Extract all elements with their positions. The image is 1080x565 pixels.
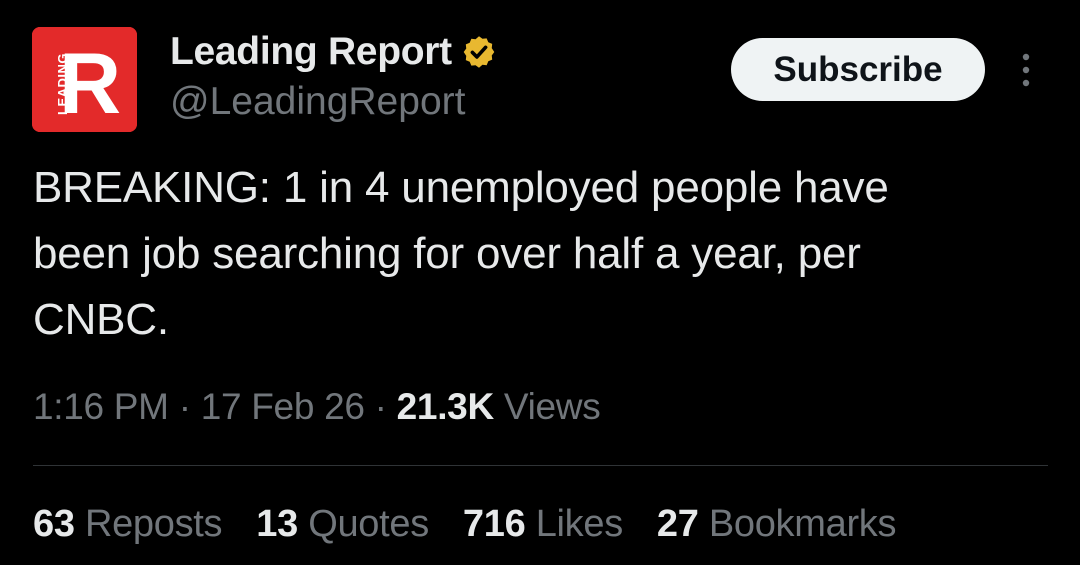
avatar-side-text: LEADING — [55, 53, 70, 115]
stat-count: 63 — [33, 503, 75, 545]
stat-likes[interactable]: 716 Likes — [463, 503, 623, 546]
more-vertical-icon[interactable] — [1012, 50, 1040, 90]
stat-bookmarks[interactable]: 27 Bookmarks — [656, 503, 897, 546]
tweet-time[interactable]: 1:16 PM — [33, 386, 169, 427]
meta-separator: · — [374, 386, 387, 427]
display-name-row: Leading Report — [170, 28, 497, 76]
tweet-meta: 1:16 PM · 17 Feb 26 · 21.3K Views — [33, 386, 601, 428]
meta-separator: · — [178, 386, 191, 427]
stat-count: 27 — [656, 503, 699, 545]
stat-label: Bookmarks — [708, 503, 897, 545]
stat-label: Likes — [535, 503, 624, 545]
stat-count: 13 — [256, 503, 298, 545]
views-label: Views — [503, 386, 601, 427]
avatar[interactable]: R LEADING — [32, 27, 137, 132]
author-names: Leading Report @LeadingReport — [170, 28, 497, 124]
author-handle[interactable]: @LeadingReport — [170, 80, 497, 124]
engagement-stats: 63 Reposts 13 Quotes 716 Likes 27 Bookma… — [33, 503, 930, 546]
stat-count: 716 — [462, 503, 526, 545]
stat-label: Reposts — [84, 503, 223, 545]
stat-reposts[interactable]: 63 Reposts — [33, 503, 223, 546]
leading-report-logo-icon: R LEADING — [32, 27, 137, 132]
verified-badge-icon[interactable] — [461, 34, 497, 70]
tweet-text: BREAKING: 1 in 4 unemployed people have … — [33, 163, 889, 344]
divider — [33, 465, 1048, 466]
subscribe-button[interactable]: Subscribe — [731, 38, 985, 101]
stat-quotes[interactable]: 13 Quotes — [256, 503, 429, 546]
stat-label: Quotes — [308, 503, 429, 545]
display-name[interactable]: Leading Report — [170, 30, 452, 74]
tweet-date[interactable]: 17 Feb 26 — [201, 386, 365, 427]
tweet: R LEADING Leading Report @LeadingReport … — [0, 0, 1080, 565]
views-count: 21.3K — [396, 386, 495, 427]
